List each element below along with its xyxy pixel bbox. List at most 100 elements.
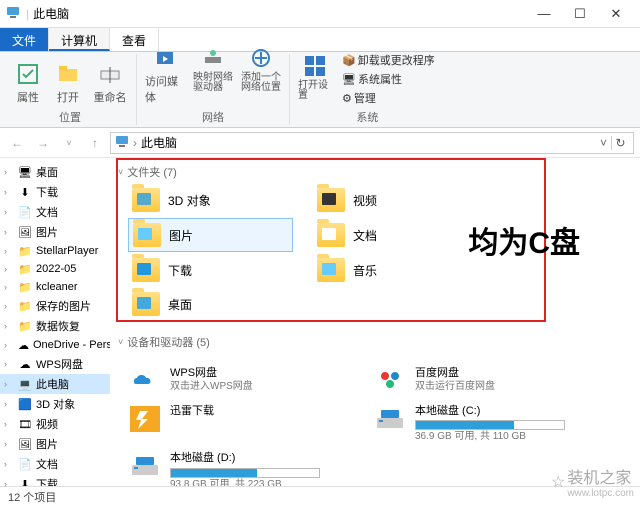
sidebar-item-1[interactable]: ›⬇下载 [0, 182, 110, 202]
group-label-system: 系统 [356, 109, 378, 125]
sidebar-item-11[interactable]: ›💻此电脑 [0, 374, 110, 394]
system-properties-label: 系统属性 [358, 71, 402, 87]
folder-label: 下载 [168, 262, 192, 279]
drives-header[interactable]: 设备和驱动器 (5) [118, 334, 636, 350]
chevron-icon: › [4, 340, 7, 350]
pc-icon [6, 5, 20, 22]
drive-item-0[interactable]: WPS网盘双击进入WPS网盘 [128, 366, 353, 396]
sidebar-item-4[interactable]: ›📁StellarPlayer [0, 242, 110, 260]
rename-button[interactable]: 重命名 [90, 59, 130, 107]
map-network-drive-label: 映射网络驱动器 [193, 73, 233, 93]
ribbon-group-network: 访问媒体 映射网络驱动器 添加一个网络位置 网络 [137, 54, 290, 125]
chevron-icon: › [4, 459, 7, 469]
sidebar-item-13[interactable]: ›🎞视频 [0, 414, 110, 434]
media-icon [152, 45, 178, 71]
add-network-location-label: 添加一个网络位置 [241, 73, 281, 93]
sidebar-item-label: kcleaner [36, 281, 78, 293]
sidebar-item-2[interactable]: ›📄文档 [0, 202, 110, 222]
folder-item-mus[interactable]: 音乐 [313, 254, 478, 286]
system-properties-button[interactable]: 🖥系统属性 [338, 70, 439, 88]
drive-item-1[interactable]: 百度网盘双击运行百度网盘 [373, 366, 598, 396]
nav-forward-button[interactable]: → [32, 132, 54, 154]
uninstall-programs-button[interactable]: 📦卸载或更改程序 [338, 51, 439, 69]
nav-sidebar: ›🖥桌面›⬇下载›📄文档›🖼图片›📁StellarPlayer›📁2022-05… [0, 158, 110, 486]
sidebar-item-0[interactable]: ›🖥桌面 [0, 162, 110, 182]
sidebar-item-label: 文档 [36, 204, 58, 220]
open-label: 打开 [57, 89, 79, 105]
drive-usage-bar [170, 468, 320, 478]
sidebar-item-14[interactable]: ›🖼图片 [0, 434, 110, 454]
sidebar-item-3[interactable]: ›🖼图片 [0, 222, 110, 242]
nav-up-button[interactable]: ↑ [84, 132, 106, 154]
drive-sub: 双击进入WPS网盘 [170, 380, 253, 393]
video-icon: 🎞 [18, 417, 32, 431]
chevron-icon: › [4, 187, 7, 197]
annotation-text: 均为C盘 [468, 218, 580, 262]
refresh-button[interactable]: ↻ [611, 136, 629, 150]
pic-icon: 🖼 [18, 225, 32, 239]
folder-item-desk[interactable]: 桌面 [128, 288, 293, 320]
open-settings-button[interactable]: 打开设置 [296, 51, 334, 103]
add-network-location-button[interactable]: 添加一个网络位置 [239, 43, 283, 107]
sidebar-item-9[interactable]: ›☁OneDrive - Personal [0, 336, 110, 354]
chevron-icon: › [4, 321, 7, 331]
sidebar-item-10[interactable]: ›☁WPS网盘 [0, 354, 110, 374]
drive-item-4[interactable]: 本地磁盘 (D:)93.8 GB 可用, 共 223 GB [128, 451, 353, 486]
open-settings-label: 打开设置 [298, 81, 332, 101]
drive-item-3[interactable]: 本地磁盘 (C:)36.9 GB 可用, 共 110 GB [373, 404, 598, 443]
address-text[interactable]: 此电脑 [141, 134, 177, 151]
close-button[interactable]: ✕ [598, 6, 634, 22]
sidebar-item-6[interactable]: ›📁kcleaner [0, 278, 110, 296]
tab-computer[interactable]: 计算机 [49, 28, 110, 51]
folder-icon: 📁 [18, 299, 32, 313]
sidebar-item-15[interactable]: › 📄 文档 [0, 454, 110, 474]
minimize-button[interactable]: — [526, 6, 562, 21]
sidebar-item-12[interactable]: ›🟦3D 对象 [0, 394, 110, 414]
access-media-button[interactable]: 访问媒体 [143, 43, 187, 107]
group-label-network: 网络 [202, 109, 224, 125]
folder-icon [317, 258, 345, 282]
sidebar-item-5[interactable]: ›📁2022-05 [0, 260, 110, 278]
window-divider: | [26, 7, 29, 21]
maximize-button[interactable]: ☐ [562, 6, 598, 22]
nav-history-dropdown[interactable]: ˅ [58, 132, 80, 154]
folder-item-vid[interactable]: 视频 [313, 184, 478, 216]
folder-item-pic[interactable]: 图片 [128, 218, 293, 252]
sidebar-item-16[interactable]: ›⬇下载 [0, 474, 110, 486]
sidebar-item-8[interactable]: ›📁数据恢复 [0, 316, 110, 336]
properties-button[interactable]: 属性 [10, 59, 46, 107]
folder-icon: 📁 [18, 280, 32, 294]
map-network-drive-button[interactable]: 映射网络驱动器 [191, 43, 235, 107]
drive-name: 百度网盘 [415, 366, 495, 380]
sidebar-item-7[interactable]: ›📁保存的图片 [0, 296, 110, 316]
folder-icon [133, 223, 161, 247]
drive-name: WPS网盘 [170, 366, 253, 380]
3d-icon: 🟦 [18, 397, 32, 411]
chevron-icon: › [4, 379, 7, 389]
doc-icon: 📄 [18, 457, 32, 471]
open-button[interactable]: 打开 [50, 59, 86, 107]
sidebar-item-label: 图片 [36, 436, 58, 452]
watermark-sub: www.lotpc.com [567, 488, 634, 499]
ribbon-tabs: 文件 计算机 查看 [0, 28, 640, 52]
download-icon: ⬇ [18, 185, 32, 199]
folder-item-doc[interactable]: 文档 [313, 218, 478, 252]
folder-item-3d[interactable]: 3D 对象 [128, 184, 293, 216]
drive-sub: 双击运行百度网盘 [415, 380, 495, 393]
address-input[interactable]: › 此电脑 ˅ ↻ [110, 132, 634, 154]
drive-name: 本地磁盘 (C:) [415, 404, 565, 418]
manage-button[interactable]: ⚙管理 [338, 89, 439, 107]
drive-item-2[interactable]: 迅雷下载 [128, 404, 353, 443]
address-dropdown[interactable]: ˅ [600, 136, 607, 150]
folder-item-dl[interactable]: 下载 [128, 254, 293, 286]
folder-icon [132, 188, 160, 212]
tab-file[interactable]: 文件 [0, 28, 49, 51]
nav-back-button[interactable]: ← [6, 132, 28, 154]
folders-header[interactable]: 文件夹 (7) [118, 164, 636, 180]
folder-icon: 📁 [18, 244, 32, 258]
drive-icon [373, 366, 407, 396]
chevron-icon: › [4, 419, 7, 429]
manage-icon: ⚙ [342, 92, 352, 105]
folder-icon [132, 258, 160, 282]
sidebar-item-label: 文档 [36, 456, 58, 472]
